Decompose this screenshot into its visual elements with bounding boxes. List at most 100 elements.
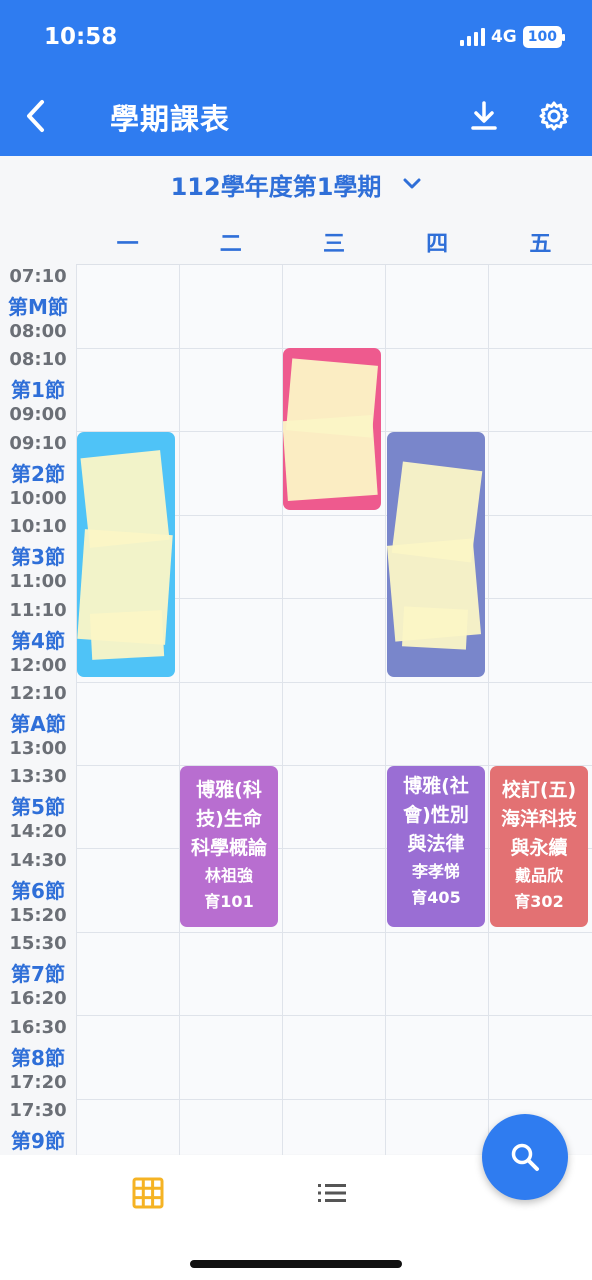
period-slot: 13:30 第5節 14:20: [0, 764, 76, 847]
day-header-mon: 一: [116, 232, 139, 257]
period-name: 第4節: [11, 628, 65, 653]
signal-icon: [459, 28, 485, 46]
course-teacher: 李孝悌: [411, 862, 460, 881]
redaction-overlay: [283, 414, 378, 502]
course-name-line: 科學概論: [190, 837, 267, 859]
redaction-overlay: [401, 606, 469, 650]
course-name: 博雅(社 會)性別 與法律: [387, 766, 485, 859]
period-slot: 08:10 第1節 09:00: [0, 347, 76, 430]
period-name: 第A節: [10, 712, 66, 736]
course-name-line: 博雅(科: [196, 779, 262, 801]
grid-line: [385, 265, 386, 1155]
period-start: 07:10: [9, 266, 67, 287]
period-end: 09:00: [9, 404, 67, 426]
period-name: 第7節: [11, 962, 65, 987]
download-button[interactable]: [462, 94, 506, 138]
grid-line: [179, 265, 180, 1155]
period-start: 15:30: [9, 933, 67, 955]
day-header-thu: 四: [426, 232, 449, 257]
period-end: 12:00: [9, 654, 67, 676]
download-icon: [471, 101, 497, 130]
period-start: 16:30: [9, 1016, 67, 1038]
grid-line: [76, 1015, 592, 1016]
period-name: 第8節: [11, 1045, 65, 1070]
course-teacher: 戴品欣: [514, 866, 563, 885]
period-end: 08:00: [9, 321, 67, 342]
course-name-line: 技)生命: [196, 808, 262, 830]
period-name: 第5節: [11, 795, 65, 820]
period-slot: 14:30 第6節 15:20: [0, 848, 76, 931]
period-slot: 09:10 第2節 10:00: [0, 431, 76, 514]
period-slot: 15:30 第7節 16:20: [0, 931, 76, 1014]
period-start: 12:10: [9, 683, 67, 704]
day-header-tue: 二: [219, 232, 242, 257]
period-end: 15:20: [9, 904, 67, 926]
period-name: 第9節: [11, 1129, 65, 1153]
period-column: 07:10 第M節 08:00 08:10 第1節 09:00 09:10 第2…: [0, 264, 76, 1154]
grid-line: [76, 932, 592, 933]
status-indicators: 4G 100: [459, 26, 566, 48]
period-slot: 11:10 第4節 12:00: [0, 598, 76, 681]
course-block-redacted[interactable]: [283, 348, 381, 510]
day-header-wed: 三: [322, 232, 345, 257]
day-header-fri: 五: [529, 232, 552, 257]
grid-line: [76, 265, 77, 1155]
period-name: 第2節: [11, 461, 65, 486]
period-start: 10:10: [9, 516, 67, 538]
period-slot: 10:10 第3節 11:00: [0, 514, 76, 597]
course-room: 育302: [514, 892, 564, 911]
redaction-overlay: [89, 610, 165, 660]
tab-grid-view[interactable]: [128, 1173, 168, 1213]
period-start: 08:10: [9, 349, 67, 371]
course-room: 育101: [204, 892, 254, 911]
course-block[interactable]: 博雅(科 技)生命 科學概論 林祖強 育101: [180, 766, 278, 927]
period-end: 14:20: [9, 821, 67, 843]
period-start: 17:30: [9, 1100, 67, 1121]
grid-line: [76, 1099, 592, 1100]
period-end: 10:00: [9, 487, 67, 509]
course-block-redacted[interactable]: [387, 432, 485, 677]
period-end: 13:00: [9, 738, 67, 759]
course-name-line: 與法律: [407, 833, 465, 855]
course-block[interactable]: 博雅(社 會)性別 與法律 李孝悌 育405: [387, 766, 485, 927]
grid-line: [76, 682, 592, 683]
home-indicator: [190, 1260, 402, 1268]
weekday-header: 一 二 三 四 五: [76, 226, 592, 257]
term-selector[interactable]: 112學年度第1學期: [0, 162, 592, 206]
course-teacher: 林祖強: [204, 866, 253, 885]
app-bar: 10:58 4G 100 學期課表: [0, 0, 592, 156]
course-name-line: 與永續: [510, 837, 568, 859]
course-room: 育405: [411, 888, 461, 907]
battery-icon: 100: [522, 26, 566, 48]
chevron-down-icon: [403, 178, 421, 189]
period-name: 第1節: [11, 378, 65, 403]
page-title: 學期課表: [110, 102, 231, 136]
list-icon: [318, 1184, 346, 1202]
course-name-line: 海洋科技: [500, 808, 577, 830]
grid-icon: [132, 1177, 164, 1209]
network-label: 4G: [490, 27, 517, 47]
period-slot: 12:10 第A節 13:00: [0, 681, 76, 764]
tab-list-view[interactable]: [312, 1173, 352, 1213]
period-slot: 16:30 第8節 17:20: [0, 1015, 76, 1098]
period-start: 14:30: [9, 849, 67, 871]
period-start: 13:30: [9, 766, 67, 788]
course-block[interactable]: 校訂(五) 海洋科技 與永續 戴品欣 育302: [490, 766, 588, 927]
course-name: 博雅(科 技)生命 科學概論: [180, 766, 278, 863]
search-icon: [511, 1143, 539, 1171]
status-time: 10:58: [44, 24, 118, 50]
term-label: 112學年度第1學期: [170, 172, 382, 201]
chevron-left-icon: [27, 100, 44, 132]
period-start: 11:10: [9, 599, 67, 621]
period-slot: 07:10 第M節 08:00: [0, 264, 76, 347]
period-end: 17:20: [9, 1071, 67, 1093]
gear-icon: [539, 101, 569, 131]
course-name-line: 博雅(社: [403, 775, 469, 797]
search-button[interactable]: [482, 1114, 568, 1200]
period-name: 第M節: [8, 295, 68, 319]
period-name: 第6節: [11, 878, 65, 903]
course-name: 校訂(五) 海洋科技 與永續: [490, 766, 588, 863]
settings-button[interactable]: [532, 94, 576, 138]
back-button[interactable]: [14, 94, 58, 138]
course-block-redacted[interactable]: [77, 432, 175, 677]
